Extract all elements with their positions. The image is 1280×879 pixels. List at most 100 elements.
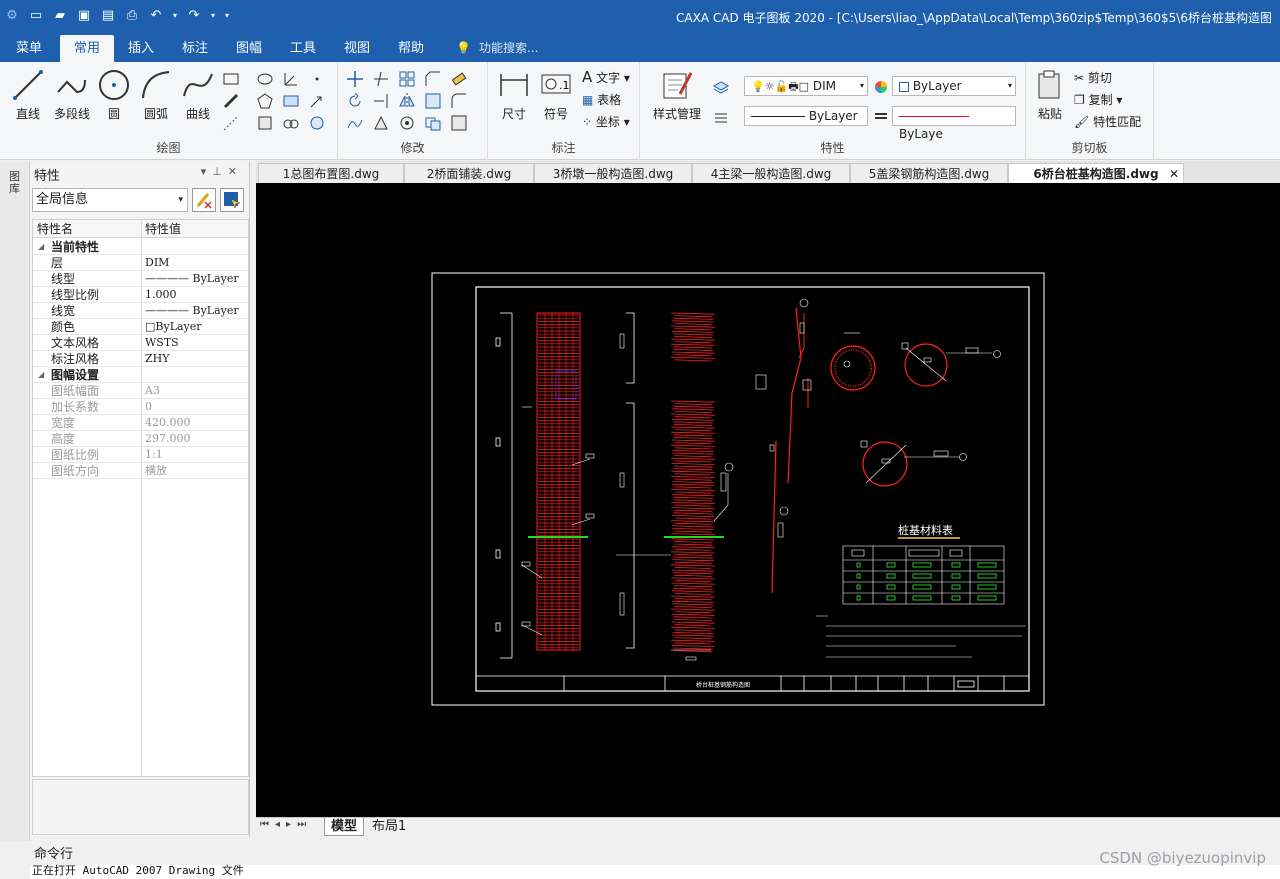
command-output[interactable]: 正在打开 AutoCAD 2007 Drawing 文件 — [30, 865, 1280, 879]
region-icon[interactable] — [308, 114, 326, 132]
tab-view[interactable]: 视图 — [330, 35, 384, 62]
property-row[interactable]: 颜色 □ByLayer — [33, 319, 248, 335]
point-icon[interactable] — [308, 70, 326, 88]
tab-menu[interactable]: 菜单 — [2, 35, 56, 62]
doc-tab[interactable]: 2桥面铺装.dwg — [404, 163, 534, 183]
layer-combo[interactable]: 💡☼🔓🖶□ DIM ▾ — [744, 76, 868, 96]
hatch-icon[interactable] — [282, 92, 300, 110]
close-icon[interactable]: ✕ — [228, 165, 243, 178]
scale-icon[interactable] — [424, 92, 442, 110]
doc-tab[interactable]: 6桥台桩基构造图.dwg ✕ — [1008, 163, 1184, 183]
ellipse-icon[interactable] — [256, 70, 274, 88]
layout-nav-arrows[interactable]: ⏮◂▸⏭ — [260, 819, 312, 830]
array-icon[interactable] — [398, 70, 416, 88]
toggle-pickadd-button[interactable] — [192, 188, 216, 212]
last-icon[interactable]: ⏭ — [297, 819, 312, 830]
doc-tab[interactable]: 4主梁一般构造图.dwg — [692, 163, 850, 183]
angle-line-icon[interactable] — [282, 70, 300, 88]
color-combo[interactable]: ByLayer ▾ — [892, 76, 1016, 96]
doc-tab[interactable]: 1总图布置图.dwg — [258, 163, 404, 183]
tab-sheet[interactable]: 图幅 — [222, 35, 276, 62]
curve-button[interactable]: 曲线 — [178, 68, 218, 122]
property-row[interactable]: 标注风格 ZHY — [33, 351, 248, 367]
prev-icon[interactable]: ◂ — [275, 819, 286, 830]
property-row[interactable]: 线宽 ———— ByLayer — [33, 303, 248, 319]
next-icon[interactable]: ▸ — [286, 819, 297, 830]
match-properties-button[interactable]: 🖌 特性匹配 — [1074, 113, 1141, 130]
drawing-canvas[interactable]: 桥台桩基钢筋构造图 桩基材料表 — [256, 183, 1280, 817]
property-row[interactable]: 图纸方向 横放 — [33, 463, 248, 479]
linewidth-combo[interactable]: ByLaye — [892, 106, 1016, 141]
cloud-icon[interactable] — [282, 114, 300, 132]
close-tab-icon[interactable]: ✕ — [1169, 164, 1179, 184]
text-button[interactable]: A 文字 ▾ — [582, 68, 630, 86]
linetype-combo[interactable]: ByLayer — [744, 106, 868, 126]
object-selector[interactable]: 全局信息 ▾ — [32, 188, 188, 212]
paste-button[interactable]: 粘贴 — [1030, 68, 1070, 122]
tab-insert[interactable]: 插入 — [114, 35, 168, 62]
property-category[interactable]: ◢ 图幅设置 — [33, 367, 248, 383]
chamfer-icon[interactable] — [424, 70, 442, 88]
open-folder-icon[interactable]: ▰ — [50, 7, 70, 25]
coordinate-button[interactable]: ⁘ 坐标 ▾ — [582, 113, 630, 130]
line-button[interactable]: 直线 — [8, 68, 48, 122]
rotate-icon[interactable] — [346, 92, 364, 110]
dimension-button[interactable]: 尺寸 — [494, 68, 534, 122]
cut-button[interactable]: ✂ 剪切 — [1074, 69, 1112, 86]
property-row[interactable]: 加长系数 0 — [33, 399, 248, 415]
arc-button[interactable]: 圆弧 — [136, 68, 176, 122]
layer-manager-icon[interactable] — [712, 78, 730, 96]
thick-line-icon[interactable] — [222, 92, 240, 110]
quick-select-button[interactable] — [220, 188, 244, 212]
customize-toolbar-icon[interactable]: ▾ — [222, 7, 232, 25]
circle-button[interactable]: 圆 — [94, 68, 134, 122]
property-row[interactable]: 图纸比例 1:1 — [33, 447, 248, 463]
copy-object-icon[interactable] — [424, 114, 442, 132]
layout-tab-layout1[interactable]: 布局1 — [366, 818, 412, 836]
library-tab[interactable]: 图库 — [9, 171, 23, 195]
linetype-list-icon[interactable] — [712, 108, 730, 126]
redo-icon[interactable]: ↷ — [184, 7, 204, 25]
polyline-button[interactable]: 多段线 — [52, 68, 92, 122]
property-category[interactable]: ◢ 当前特性 — [33, 239, 248, 255]
copy-button[interactable]: ❐ 复制 ▾ — [1074, 91, 1122, 108]
move-icon[interactable] — [346, 70, 364, 88]
feature-search[interactable]: 💡 功能搜索... — [456, 35, 538, 62]
polygon-icon[interactable] — [256, 92, 274, 110]
property-row[interactable]: 图纸幅面 A3 — [33, 383, 248, 399]
collapse-triangle-icon[interactable]: ◢ — [38, 367, 44, 383]
collapse-triangle-icon[interactable]: ◢ — [38, 239, 44, 255]
style-manager-button[interactable]: 样式管理 — [650, 68, 704, 122]
property-row[interactable]: 文本风格 WSTS — [33, 335, 248, 351]
first-icon[interactable]: ⏮ — [260, 819, 275, 830]
doc-tab[interactable]: 3桥墩一般构造图.dwg — [534, 163, 692, 183]
undo-icon[interactable]: ↶ — [146, 7, 166, 25]
pin-icon[interactable]: ⊥ — [212, 165, 228, 178]
rectangle-icon[interactable] — [222, 70, 240, 88]
layout-tab-model[interactable]: 模型 — [324, 818, 365, 836]
stretch-icon[interactable] — [346, 114, 364, 132]
property-row[interactable]: 线型 ———— ByLayer — [33, 271, 248, 287]
doc-tab[interactable]: 5盖梁钢筋构造图.dwg — [850, 163, 1008, 183]
print-icon[interactable]: ⎙ — [122, 7, 142, 25]
block-icon[interactable] — [256, 114, 274, 132]
panel-menu-icon[interactable]: ▾ — [201, 165, 213, 178]
offset-icon[interactable] — [398, 114, 416, 132]
mirror-icon[interactable] — [398, 92, 416, 110]
property-row[interactable]: 线型比例 1.000 — [33, 287, 248, 303]
save-icon[interactable]: ▣ — [74, 7, 94, 25]
extend-icon[interactable] — [372, 92, 390, 110]
explode-icon[interactable] — [450, 114, 468, 132]
table-button[interactable]: ▦ 表格 — [582, 91, 621, 108]
tab-tools[interactable]: 工具 — [276, 35, 330, 62]
eraser-icon[interactable] — [450, 70, 468, 88]
arrow-icon[interactable] — [308, 92, 326, 110]
break-icon[interactable] — [372, 114, 390, 132]
construction-line-icon[interactable] — [222, 114, 240, 132]
tab-annotate[interactable]: 标注 — [168, 35, 222, 62]
new-file-icon[interactable]: ▭ — [26, 7, 46, 25]
undo-dropdown-icon[interactable]: ▾ — [170, 7, 180, 25]
trim-icon[interactable] — [372, 70, 390, 88]
save-all-icon[interactable]: ▤ — [98, 7, 118, 25]
redo-dropdown-icon[interactable]: ▾ — [208, 7, 218, 25]
